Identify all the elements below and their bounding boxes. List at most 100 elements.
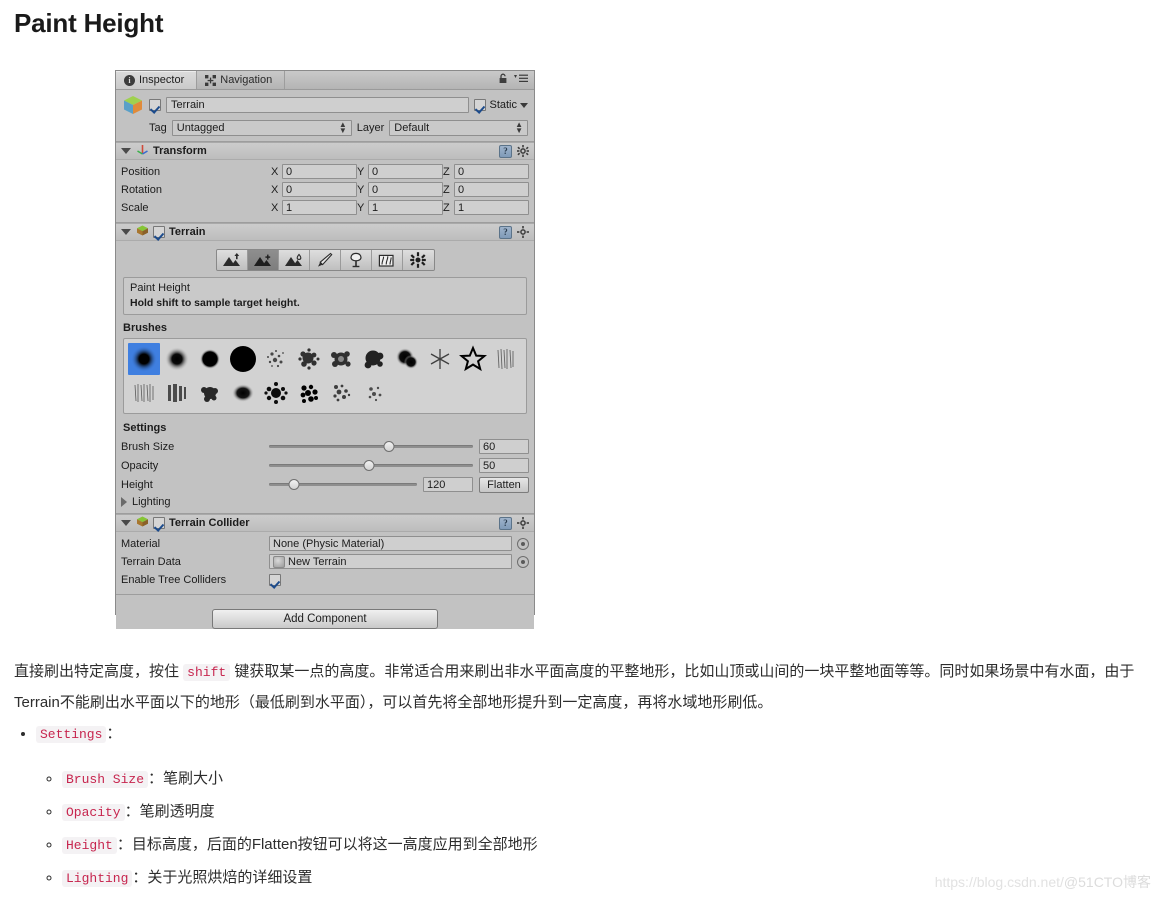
brush-item[interactable] [457, 343, 489, 375]
brush-item[interactable] [293, 377, 325, 409]
gameobject-enabled-checkbox[interactable] [149, 99, 161, 111]
brush-item[interactable] [490, 343, 522, 375]
scale-y-field[interactable]: 1 [368, 200, 443, 215]
tab-inspector[interactable]: i Inspector [116, 71, 198, 89]
foldout-triangle-icon[interactable] [121, 520, 131, 526]
terrain-collider-component: Terrain Collider ? Material None (Physic… [116, 514, 534, 595]
flatten-button[interactable]: Flatten [479, 476, 529, 493]
brush-item[interactable] [260, 343, 292, 375]
gear-icon[interactable] [517, 226, 529, 238]
brush-item[interactable] [194, 343, 226, 375]
list-item: Brush Size：笔刷大小 [62, 763, 1114, 796]
unity-inspector-window: i Inspector Navigation Terrain Static Ta… [115, 70, 535, 629]
para-text-before: 直接刷出特定高度，按住 [14, 663, 184, 680]
position-z-field[interactable]: 0 [454, 164, 529, 179]
chevron-down-icon[interactable] [520, 102, 528, 108]
smooth-height-tool[interactable] [278, 250, 310, 270]
opacity-slider[interactable] [269, 459, 473, 473]
brush-item[interactable] [358, 343, 390, 375]
help-icon[interactable]: ? [499, 516, 512, 530]
inspector-tabbar: i Inspector Navigation [116, 71, 534, 90]
dropdown-menu-icon[interactable] [514, 74, 528, 86]
scale-z-field[interactable]: 1 [454, 200, 529, 215]
brush-item[interactable] [293, 343, 325, 375]
brush-item[interactable] [424, 343, 456, 375]
transform-row-position: Position X0 Y0 Z0 [121, 163, 529, 180]
brush-item[interactable] [161, 343, 193, 375]
opacity-value[interactable]: 50 [479, 458, 529, 473]
brush-item[interactable] [128, 377, 160, 409]
height-slider[interactable] [269, 478, 417, 492]
brush-item[interactable] [227, 343, 259, 375]
brush-item[interactable] [128, 343, 160, 375]
terrain-data-picker-icon[interactable] [517, 555, 529, 568]
terrain-asset-icon [273, 555, 285, 568]
gear-icon[interactable] [517, 145, 529, 157]
terrain-data-field[interactable]: New Terrain [269, 554, 512, 569]
brush-item[interactable] [326, 343, 358, 375]
terrain-settings-tool[interactable] [402, 250, 434, 270]
static-checkbox[interactable] [474, 99, 487, 111]
brush-item[interactable] [161, 377, 193, 409]
foldout-triangle-icon[interactable] [121, 148, 131, 154]
foldout-triangle-icon[interactable] [121, 497, 127, 507]
transform-body: Position X0 Y0 Z0 Rotation X0 Y0 Z0 Scal… [116, 160, 534, 222]
axis-x-label: X [271, 183, 279, 196]
info-icon: i [124, 74, 135, 86]
paint-details-tool[interactable] [371, 250, 403, 270]
rotation-y-field[interactable]: 0 [368, 182, 443, 197]
enable-tree-colliders-checkbox[interactable] [269, 573, 281, 586]
terrain-header[interactable]: Terrain ? [116, 224, 534, 241]
position-y-field[interactable]: 0 [368, 164, 443, 179]
axis-y-label: Y [357, 201, 365, 214]
terrain-collider-header[interactable]: Terrain Collider ? [116, 515, 534, 532]
material-field[interactable]: None (Physic Material) [269, 536, 512, 551]
paint-texture-tool[interactable] [309, 250, 341, 270]
brush-size-value[interactable]: 60 [479, 439, 529, 454]
height-value[interactable]: 120 [423, 477, 473, 492]
transform-axis-icon [136, 143, 149, 159]
axis-z-label: Z [443, 201, 450, 214]
rotation-x-field[interactable]: 0 [282, 182, 357, 197]
brush-item[interactable] [326, 377, 358, 409]
position-x-field[interactable]: 0 [282, 164, 357, 179]
axis-z-label: Z [443, 165, 450, 178]
terrain-collider-enabled-checkbox[interactable] [153, 517, 165, 529]
layer-dropdown[interactable]: Default ▲ ▼ [389, 120, 528, 136]
brush-item[interactable] [194, 377, 226, 409]
paint-height-tool[interactable] [247, 250, 279, 270]
brush-item[interactable] [391, 343, 423, 375]
gear-icon[interactable] [517, 517, 529, 529]
inline-code-lighting: Lighting [62, 870, 133, 887]
brush-row-1 [128, 343, 522, 375]
enable-tree-colliders-label: Enable Tree Colliders [121, 573, 227, 586]
rotation-z-field[interactable]: 0 [454, 182, 529, 197]
help-icon[interactable]: ? [499, 144, 512, 158]
help-icon[interactable]: ? [499, 225, 512, 239]
brush-item[interactable] [359, 377, 391, 409]
terrain-enabled-checkbox[interactable] [153, 226, 165, 238]
tab-navigation[interactable]: Navigation [197, 71, 286, 89]
brush-item[interactable] [260, 377, 292, 409]
scale-x-field[interactable]: 1 [282, 200, 357, 215]
tag-dropdown[interactable]: Untagged ▲ ▼ [171, 120, 352, 136]
add-component-button[interactable]: Add Component [212, 609, 438, 629]
brush-palette [123, 338, 527, 414]
lock-icon[interactable] [498, 73, 508, 87]
static-toggle-group[interactable]: Static [474, 99, 528, 111]
material-picker-icon[interactable] [517, 537, 529, 550]
layer-value: Default [394, 122, 430, 134]
brush-item[interactable] [227, 377, 259, 409]
place-trees-tool[interactable] [340, 250, 372, 270]
slider-knob[interactable] [383, 441, 395, 452]
gameobject-name-field[interactable]: Terrain [166, 97, 470, 113]
foldout-triangle-icon[interactable] [121, 229, 131, 235]
slider-knob[interactable] [288, 479, 300, 490]
slider-knob[interactable] [363, 460, 375, 471]
material-label: Material [121, 537, 161, 550]
brush-size-slider[interactable] [269, 440, 473, 454]
transform-header[interactable]: Transform ? [116, 143, 534, 160]
raise-lower-terrain-tool[interactable] [216, 250, 248, 270]
lighting-foldout[interactable]: Lighting [121, 496, 529, 508]
row-label: Position [121, 165, 161, 178]
